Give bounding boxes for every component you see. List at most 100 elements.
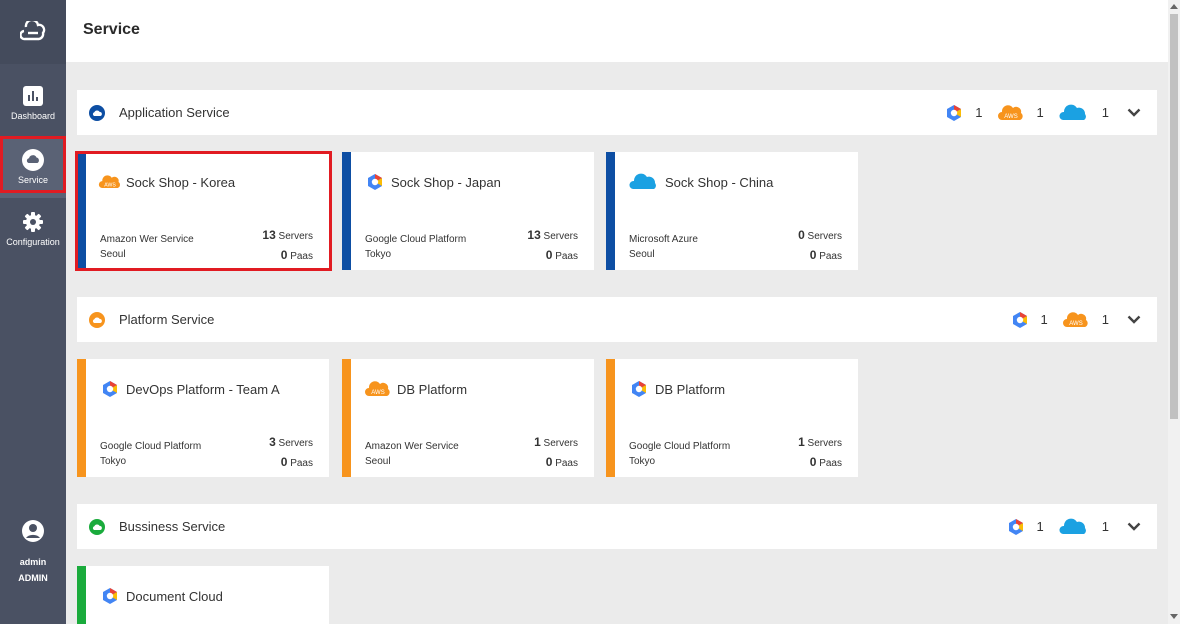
sidebar-item-dashboard[interactable]: Dashboard bbox=[0, 72, 66, 134]
sidebar-item-label: Dashboard bbox=[10, 111, 56, 121]
service-card[interactable]: Sock Shop - Japan Google Cloud Platform T… bbox=[342, 152, 594, 270]
provider-name: Amazon Wer Service bbox=[365, 441, 459, 452]
sidebar-item-configuration[interactable]: Configuration bbox=[0, 198, 66, 260]
region-name: Tokyo bbox=[365, 249, 392, 260]
card-title: Document Cloud bbox=[126, 588, 223, 604]
user-role: ADMIN bbox=[18, 573, 48, 583]
chevron-down-icon[interactable] bbox=[1117, 98, 1151, 128]
scrollbar-thumb[interactable] bbox=[1170, 14, 1178, 419]
servers-label: Servers bbox=[278, 438, 313, 449]
card-title: DB Platform bbox=[397, 381, 468, 397]
user-profile[interactable]: admin ADMIN bbox=[0, 518, 66, 586]
section-application-service[interactable]: Application Service 1 AWS 1 1 bbox=[77, 90, 1157, 135]
provider-name: Microsoft Azure bbox=[629, 234, 698, 245]
aws-count: 1 bbox=[1101, 312, 1109, 327]
cloud-icon bbox=[89, 104, 105, 121]
region-name: Tokyo bbox=[100, 456, 127, 467]
azure-icon bbox=[1059, 518, 1086, 534]
service-card[interactable]: Sock Shop - China Microsoft Azure Seoul 0… bbox=[606, 152, 858, 270]
servers-count: 1 bbox=[798, 435, 805, 449]
page-header: Service bbox=[66, 0, 1168, 62]
paas-label: Paas bbox=[819, 251, 842, 262]
cloud-logo-icon bbox=[20, 21, 46, 41]
chevron-down-icon[interactable] bbox=[1117, 305, 1151, 335]
card-title: DB Platform bbox=[655, 381, 726, 397]
service-card[interactable]: Document Cloud bbox=[77, 566, 329, 624]
svg-text:AWS: AWS bbox=[104, 182, 116, 188]
section-title: Platform Service bbox=[119, 312, 215, 327]
provider-name: Amazon Wer Service bbox=[100, 234, 194, 245]
sidebar-item-service[interactable]: Service bbox=[0, 136, 66, 198]
provider-name: Google Cloud Platform bbox=[100, 441, 202, 452]
paas-label: Paas bbox=[290, 251, 313, 262]
cloud-icon bbox=[89, 518, 105, 535]
provider-counts: 1 AWS 1 1 bbox=[931, 98, 1151, 128]
card-title: Sock Shop - Japan bbox=[391, 174, 501, 190]
paas-label: Paas bbox=[819, 458, 842, 469]
region-name: Tokyo bbox=[629, 456, 656, 467]
scroll-down-icon[interactable] bbox=[1170, 614, 1178, 619]
service-card[interactable]: AWS Sock Shop - Korea Amazon Wer Service… bbox=[77, 152, 329, 270]
paas-label: Paas bbox=[555, 458, 578, 469]
aws-count: 1 bbox=[1036, 105, 1044, 120]
paas-count: 0 bbox=[280, 455, 288, 469]
aws-icon: AWS bbox=[997, 104, 1023, 120]
gcp-icon bbox=[98, 379, 122, 399]
service-card[interactable]: AWS DB Platform Amazon Wer Service Seoul … bbox=[342, 359, 594, 477]
servers-label: Servers bbox=[807, 438, 842, 449]
chevron-down-icon[interactable] bbox=[1117, 512, 1151, 542]
paas-count: 0 bbox=[545, 248, 553, 262]
sidebar-item-label: Configuration bbox=[6, 237, 60, 247]
paas-count: 0 bbox=[280, 248, 288, 262]
scroll-up-icon[interactable] bbox=[1170, 4, 1178, 9]
service-card[interactable]: DB Platform Google Cloud Platform Tokyo 1… bbox=[606, 359, 858, 477]
svg-text:AWS: AWS bbox=[371, 390, 384, 396]
provider-name: Google Cloud Platform bbox=[365, 234, 467, 245]
svg-text:AWS: AWS bbox=[1004, 114, 1017, 120]
region-name: Seoul bbox=[100, 249, 126, 260]
sidebar: Dashboard Service Configuration admin AD… bbox=[0, 0, 66, 624]
servers-label: Servers bbox=[278, 231, 313, 242]
region-name: Seoul bbox=[365, 456, 391, 467]
servers-count: 0 bbox=[798, 228, 805, 242]
page-title: Service bbox=[83, 21, 140, 38]
sidebar-item-label: Service bbox=[17, 175, 48, 185]
gear-icon bbox=[22, 211, 44, 233]
azure-count: 1 bbox=[1101, 105, 1109, 120]
gcp-count: 1 bbox=[1036, 519, 1044, 534]
section-platform-service[interactable]: Platform Service 1 AWS 1 bbox=[77, 297, 1157, 342]
servers-label: Servers bbox=[807, 231, 842, 242]
servers-count: 13 bbox=[262, 228, 276, 242]
provider-counts: 1 1 bbox=[993, 512, 1151, 542]
section-bussiness-service[interactable]: Bussiness Service 1 1 bbox=[77, 504, 1157, 549]
section-title: Application Service bbox=[119, 105, 230, 120]
aws-icon: AWS bbox=[1062, 311, 1088, 327]
gcp-icon bbox=[363, 172, 387, 192]
user-name: admin bbox=[19, 557, 47, 567]
vertical-scrollbar[interactable] bbox=[1168, 0, 1180, 624]
svg-text:AWS: AWS bbox=[1069, 321, 1082, 327]
paas-label: Paas bbox=[290, 458, 313, 469]
card-title: Sock Shop - China bbox=[665, 174, 774, 190]
card-title: Sock Shop - Korea bbox=[126, 174, 236, 190]
gcp-icon bbox=[98, 586, 122, 606]
card-title: DevOps Platform - Team A bbox=[126, 381, 280, 397]
region-name: Seoul bbox=[629, 249, 655, 260]
paas-count: 0 bbox=[809, 248, 817, 262]
provider-name: Google Cloud Platform bbox=[629, 441, 731, 452]
user-avatar-icon bbox=[22, 520, 44, 542]
gcp-count: 1 bbox=[975, 105, 983, 120]
service-card[interactable]: DevOps Platform - Team A Google Cloud Pl… bbox=[77, 359, 329, 477]
paas-count: 0 bbox=[545, 455, 553, 469]
servers-count: 13 bbox=[527, 228, 541, 242]
aws-icon: AWS bbox=[363, 379, 393, 399]
aws-icon: AWS bbox=[98, 172, 122, 192]
gcp-icon bbox=[947, 104, 962, 121]
paas-count: 0 bbox=[809, 455, 817, 469]
cloud-icon bbox=[89, 311, 105, 328]
servers-label: Servers bbox=[543, 231, 578, 242]
azure-icon bbox=[1059, 104, 1086, 120]
paas-label: Paas bbox=[555, 251, 578, 262]
app-logo[interactable] bbox=[0, 0, 66, 64]
provider-counts: 1 AWS 1 bbox=[997, 305, 1151, 335]
